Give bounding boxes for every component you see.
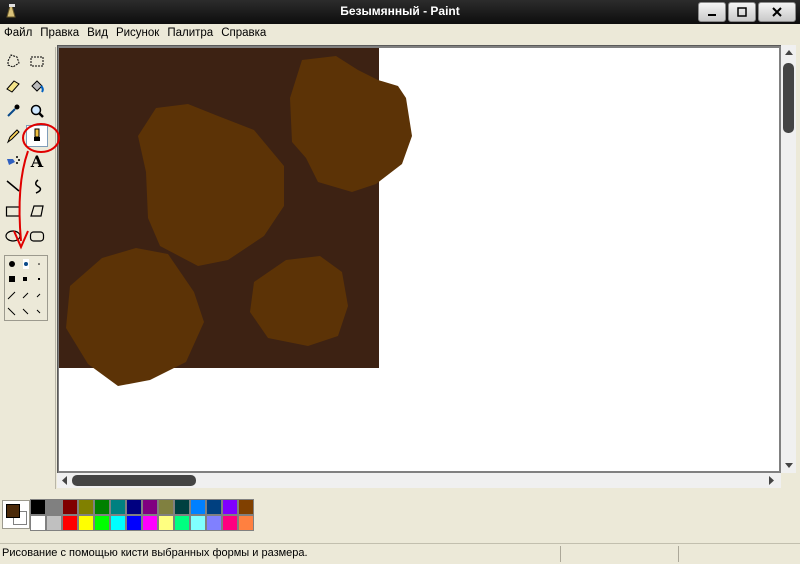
color-swatch[interactable] [62,515,78,531]
close-button[interactable] [758,2,796,22]
menu-help[interactable]: Справка [217,24,270,42]
color-swatch[interactable] [190,515,206,531]
color-swatch[interactable] [126,499,142,515]
color-swatch[interactable] [142,515,158,531]
menu-file[interactable]: Файл [0,24,36,42]
tool-fill[interactable] [26,75,48,97]
color-swatch[interactable] [110,499,126,515]
menu-bar: Файл Правка Вид Рисунок Палитра Справка [0,24,800,42]
color-swatch[interactable] [158,499,174,515]
free-form-select-icon [7,54,20,68]
color-swatch[interactable] [30,499,46,515]
menu-edit[interactable]: Правка [36,24,83,42]
canvas-area [57,45,782,474]
tool-eraser[interactable] [2,75,24,97]
paint-bucket-icon [31,80,44,93]
menu-view[interactable]: Вид [83,24,112,42]
palette-swatches [30,499,254,531]
red-annotation [13,123,60,250]
color-swatch[interactable] [46,515,62,531]
tool-box: A [0,47,56,489]
vertical-scroll-thumb[interactable] [783,63,794,133]
menu-colors[interactable]: Палитра [163,24,217,42]
window-title: Безымянный - Paint [340,4,460,18]
status-separator [560,546,561,562]
scroll-right-icon[interactable] [769,476,774,485]
drawing-canvas[interactable] [58,46,782,474]
rectangle-select-icon [30,56,44,67]
color-swatch[interactable] [46,499,62,515]
horizontal-scrollbar[interactable] [57,473,781,488]
status-text: Рисование с помощью кисти выбранных форм… [2,547,308,559]
color-swatch[interactable] [174,515,190,531]
color-swatch[interactable] [110,515,126,531]
title-bar: Безымянный - Paint [0,0,800,24]
close-icon [772,7,782,17]
color-swatch[interactable] [126,515,142,531]
status-bar: Рисование с помощью кисти выбранных форм… [0,543,800,564]
color-swatch[interactable] [206,499,222,515]
color-swatch[interactable] [238,499,254,515]
color-swatch[interactable] [238,515,254,531]
maximize-icon [737,7,747,17]
vertical-scrollbar[interactable] [781,45,796,473]
color-swatch[interactable] [94,515,110,531]
scroll-left-icon[interactable] [62,476,67,485]
horizontal-scroll-thumb[interactable] [72,475,196,486]
color-swatch[interactable] [206,515,222,531]
eraser-icon [6,80,20,93]
color-swatch[interactable] [222,499,238,515]
color-swatch[interactable] [158,515,174,531]
minimize-button[interactable] [698,2,726,22]
color-swatch[interactable] [190,499,206,515]
highlight-circle [22,123,60,153]
scroll-up-icon[interactable] [785,50,793,55]
color-swatch[interactable] [62,499,78,515]
maximize-button[interactable] [728,2,756,22]
color-swatch[interactable] [142,499,158,515]
minimize-icon [708,14,716,16]
color-swatch[interactable] [30,515,46,531]
scroll-corner [781,473,796,488]
status-separator [678,546,679,562]
color-swatch[interactable] [94,499,110,515]
color-swatch[interactable] [78,499,94,515]
color-swatch[interactable] [174,499,190,515]
tool-select[interactable] [26,50,48,72]
foreground-color[interactable] [6,504,20,518]
arrow-line [18,150,29,242]
current-colors[interactable] [2,500,30,529]
color-swatch[interactable] [78,515,94,531]
menu-image[interactable]: Рисунок [112,24,163,42]
brush-shape-grid[interactable] [5,256,47,320]
color-swatch[interactable] [222,515,238,531]
tool-free-form-select[interactable] [2,50,24,72]
scroll-down-icon[interactable] [785,463,793,468]
